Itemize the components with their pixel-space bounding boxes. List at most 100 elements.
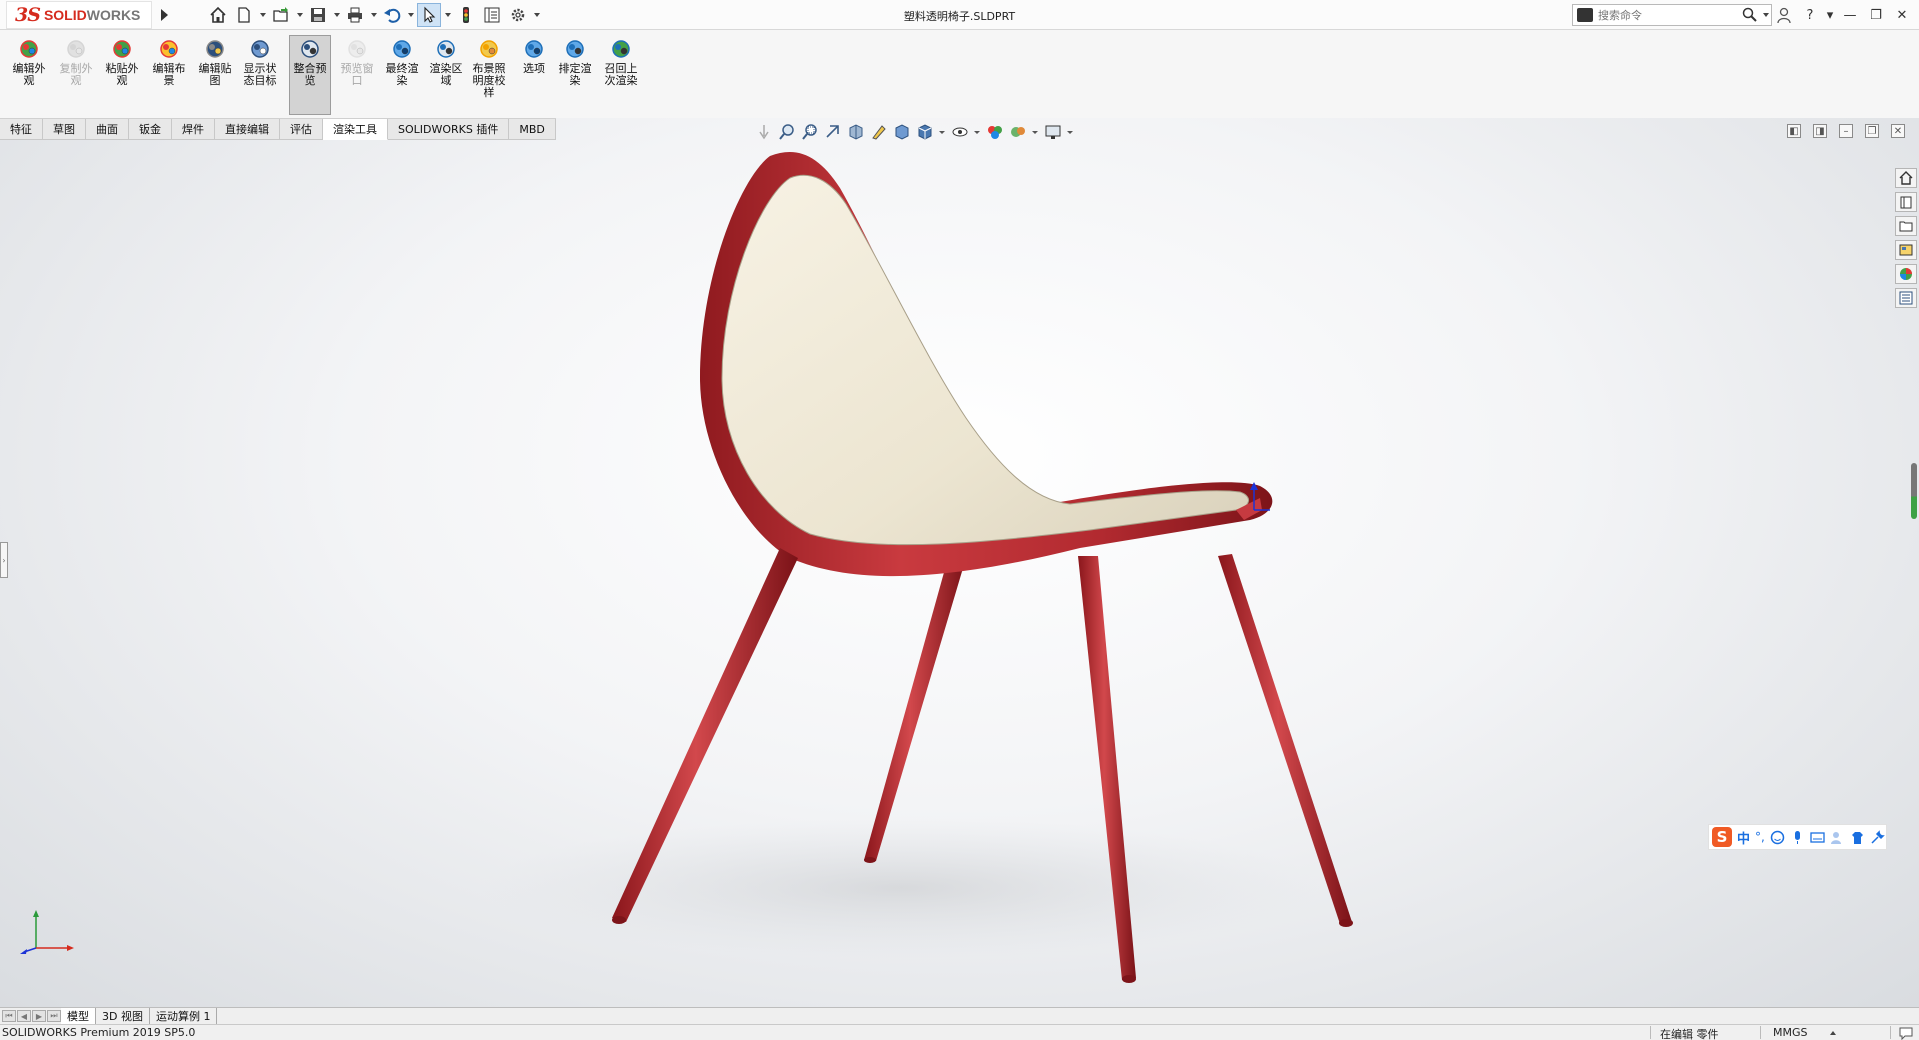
tab-6[interactable]: 评估 bbox=[280, 119, 323, 140]
search-icon[interactable] bbox=[1741, 6, 1759, 24]
first-tab-arrow-icon[interactable]: ⏮ bbox=[2, 1010, 16, 1022]
prev-tab-arrow-icon[interactable]: ◀ bbox=[17, 1010, 31, 1022]
file-explorer-icon[interactable] bbox=[1895, 216, 1917, 236]
viewport-close-icon[interactable]: ✕ bbox=[1891, 124, 1905, 138]
ribbon-button-edit-appearance[interactable]: 编辑外 观 bbox=[8, 36, 50, 114]
bottom-tab-0[interactable]: 模型 bbox=[61, 1008, 96, 1024]
minimize-icon[interactable]: — bbox=[1839, 4, 1861, 26]
hide-show-dropdown-icon[interactable] bbox=[974, 123, 981, 141]
soft-keyboard-icon[interactable] bbox=[1810, 830, 1825, 845]
ribbon-button-render-region[interactable]: 渲染区 域 bbox=[425, 36, 467, 114]
tab-8[interactable]: SOLIDWORKS 插件 bbox=[388, 119, 510, 140]
bottom-tab-2[interactable]: 运动算例 1 bbox=[150, 1008, 218, 1024]
tab-7[interactable]: 渲染工具 bbox=[323, 119, 388, 140]
zoom-to-fit-icon[interactable] bbox=[778, 123, 796, 141]
open-dropdown-icon[interactable] bbox=[295, 3, 304, 27]
view-settings-dropdown-icon[interactable] bbox=[1067, 123, 1074, 141]
ribbon-button-copy-appearance[interactable]: 复制外 观 bbox=[55, 36, 97, 114]
user-account-icon[interactable] bbox=[1773, 4, 1795, 26]
tab-0[interactable]: 特征 bbox=[0, 119, 43, 140]
feature-manager-expand-handle[interactable]: › bbox=[0, 542, 8, 578]
close-icon[interactable]: ✕ bbox=[1891, 4, 1913, 26]
section-view-icon[interactable] bbox=[847, 123, 865, 141]
display-style-dropdown-icon[interactable] bbox=[939, 123, 946, 141]
save-dropdown-icon[interactable] bbox=[332, 3, 341, 27]
ribbon-button-preview-window[interactable]: 预览窗 口 bbox=[336, 36, 378, 114]
menu-flyout-arrow-icon[interactable] bbox=[156, 4, 172, 26]
view-settings-icon[interactable] bbox=[1044, 123, 1062, 141]
open-icon[interactable] bbox=[269, 3, 293, 27]
solidworks-logo[interactable]: 3S SOLIDWORKS bbox=[6, 1, 152, 29]
emoji-icon[interactable] bbox=[1770, 830, 1785, 845]
solidworks-resources-icon[interactable] bbox=[1895, 168, 1917, 188]
unit-system[interactable]: MMGS bbox=[1773, 1026, 1808, 1039]
edit-appearance-icon[interactable] bbox=[986, 123, 1004, 141]
sogou-logo-icon[interactable]: S bbox=[1712, 827, 1732, 847]
graphics-area[interactable]: ◧ ◨ – ❐ ✕ › S 中 °, bbox=[0, 118, 1919, 1007]
undo-dropdown-icon[interactable] bbox=[406, 3, 415, 27]
view-orientation-icon[interactable] bbox=[893, 123, 911, 141]
appearances-scenes-icon[interactable] bbox=[1895, 264, 1917, 284]
tab-9[interactable]: MBD bbox=[509, 119, 556, 140]
ribbon-button-edit-scene[interactable]: 编辑布 景 bbox=[148, 36, 190, 114]
viewport-restore-icon[interactable]: ❐ bbox=[1865, 124, 1879, 138]
chair-model[interactable] bbox=[0, 118, 1919, 1007]
search-dropdown-icon[interactable] bbox=[1761, 6, 1771, 24]
zoom-area-icon[interactable] bbox=[801, 123, 819, 141]
search-commands-box[interactable] bbox=[1572, 4, 1772, 26]
design-library-icon[interactable] bbox=[1895, 192, 1917, 212]
ribbon-button-edit-decal[interactable]: 编辑贴 图 bbox=[194, 36, 236, 114]
select-pointer-icon[interactable] bbox=[417, 3, 441, 27]
options-dropdown-icon[interactable] bbox=[532, 3, 541, 27]
help-dropdown-icon[interactable]: ▾ bbox=[1825, 4, 1835, 26]
quick-tips-icon[interactable] bbox=[1898, 1026, 1914, 1040]
view-palette-icon[interactable] bbox=[1895, 240, 1917, 260]
previous-view-icon[interactable] bbox=[824, 123, 842, 141]
ime-user-icon[interactable] bbox=[1830, 830, 1845, 845]
viewport-split-icon[interactable]: ◨ bbox=[1813, 124, 1827, 138]
ribbon-button-display-state-target[interactable]: 显示状 态目标 bbox=[239, 36, 281, 114]
apply-scene-dropdown-icon[interactable] bbox=[1032, 123, 1039, 141]
voice-input-icon[interactable] bbox=[1790, 830, 1805, 845]
tab-5[interactable]: 直接编辑 bbox=[215, 119, 280, 140]
search-input[interactable] bbox=[1598, 8, 1741, 22]
tab-4[interactable]: 焊件 bbox=[172, 119, 215, 140]
ime-punctuation-toggle[interactable]: °, bbox=[1755, 830, 1765, 844]
custom-properties-icon[interactable] bbox=[1895, 288, 1917, 308]
select-dropdown-icon[interactable] bbox=[443, 3, 452, 27]
last-tab-arrow-icon[interactable]: ⏭ bbox=[47, 1010, 61, 1022]
ribbon-button-scene-illumination-proof[interactable]: 布景照 明度校 样 bbox=[468, 36, 510, 114]
ribbon-button-integrated-preview[interactable]: 整合预 览 bbox=[289, 35, 331, 115]
ribbon-button-render-options[interactable]: 选项 bbox=[513, 36, 555, 114]
hide-show-items-icon[interactable] bbox=[951, 123, 969, 141]
ime-settings-wrench-icon[interactable] bbox=[1870, 829, 1885, 845]
display-style-icon[interactable] bbox=[916, 123, 934, 141]
viewport-minimize-icon[interactable]: – bbox=[1839, 124, 1853, 138]
task-pane-scroll-indicator[interactable] bbox=[1911, 463, 1917, 519]
ribbon-button-final-render[interactable]: 最终渲 染 bbox=[381, 36, 423, 114]
ribbon-button-recall-last-render[interactable]: 召回上 次渲染 bbox=[600, 36, 642, 114]
tab-2[interactable]: 曲面 bbox=[86, 119, 129, 140]
new-dropdown-icon[interactable] bbox=[258, 3, 267, 27]
save-icon[interactable] bbox=[306, 3, 330, 27]
bottom-tab-1[interactable]: 3D 视图 bbox=[96, 1008, 150, 1024]
new-document-icon[interactable] bbox=[232, 3, 256, 27]
unit-system-dropdown-icon[interactable] bbox=[1828, 1027, 1837, 1039]
ribbon-button-schedule-render[interactable]: 排定渲 染 bbox=[554, 36, 596, 114]
ime-skin-icon[interactable] bbox=[1850, 830, 1865, 845]
viewport-tile-icon[interactable]: ◧ bbox=[1787, 124, 1801, 138]
undo-icon[interactable] bbox=[380, 3, 404, 27]
tab-3[interactable]: 钣金 bbox=[129, 119, 172, 140]
pin-icon[interactable] bbox=[755, 123, 773, 141]
rebuild-icon[interactable] bbox=[454, 3, 478, 27]
restore-icon[interactable]: ❐ bbox=[1865, 4, 1887, 26]
ribbon-button-paste-appearance[interactable]: 粘贴外 观 bbox=[101, 36, 143, 114]
ime-input-toolbar[interactable]: S 中 °, bbox=[1708, 824, 1887, 850]
home-icon[interactable] bbox=[206, 3, 230, 27]
next-tab-arrow-icon[interactable]: ▶ bbox=[32, 1010, 46, 1022]
print-icon[interactable] bbox=[343, 3, 367, 27]
tab-1[interactable]: 草图 bbox=[43, 119, 86, 140]
options-gear-icon[interactable] bbox=[506, 3, 530, 27]
dynamic-annotation-icon[interactable] bbox=[870, 123, 888, 141]
reference-triad-icon[interactable] bbox=[18, 908, 78, 958]
